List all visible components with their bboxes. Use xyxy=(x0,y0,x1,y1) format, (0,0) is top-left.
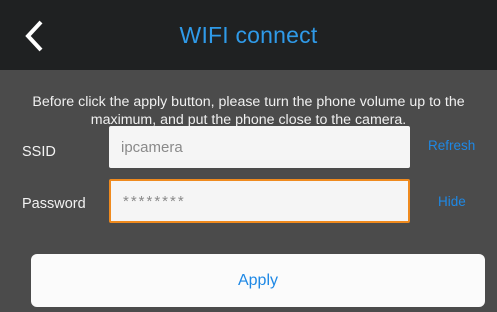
volume-notice: Before click the apply button, please tu… xyxy=(32,94,465,128)
wifi-form-panel: Before click the apply button, please tu… xyxy=(0,70,497,312)
title-bar: WIFI connect xyxy=(0,0,497,70)
password-input[interactable] xyxy=(109,179,410,223)
wifi-connect-screen: WIFI connect Before click the apply butt… xyxy=(0,0,497,312)
ssid-input[interactable] xyxy=(109,126,410,168)
apply-button[interactable]: Apply xyxy=(31,254,485,307)
password-label: Password xyxy=(22,196,86,212)
ssid-label: SSID xyxy=(22,144,56,160)
refresh-button[interactable]: Refresh xyxy=(428,138,475,153)
page-title: WIFI connect xyxy=(179,22,318,48)
hide-password-button[interactable]: Hide xyxy=(438,194,466,209)
